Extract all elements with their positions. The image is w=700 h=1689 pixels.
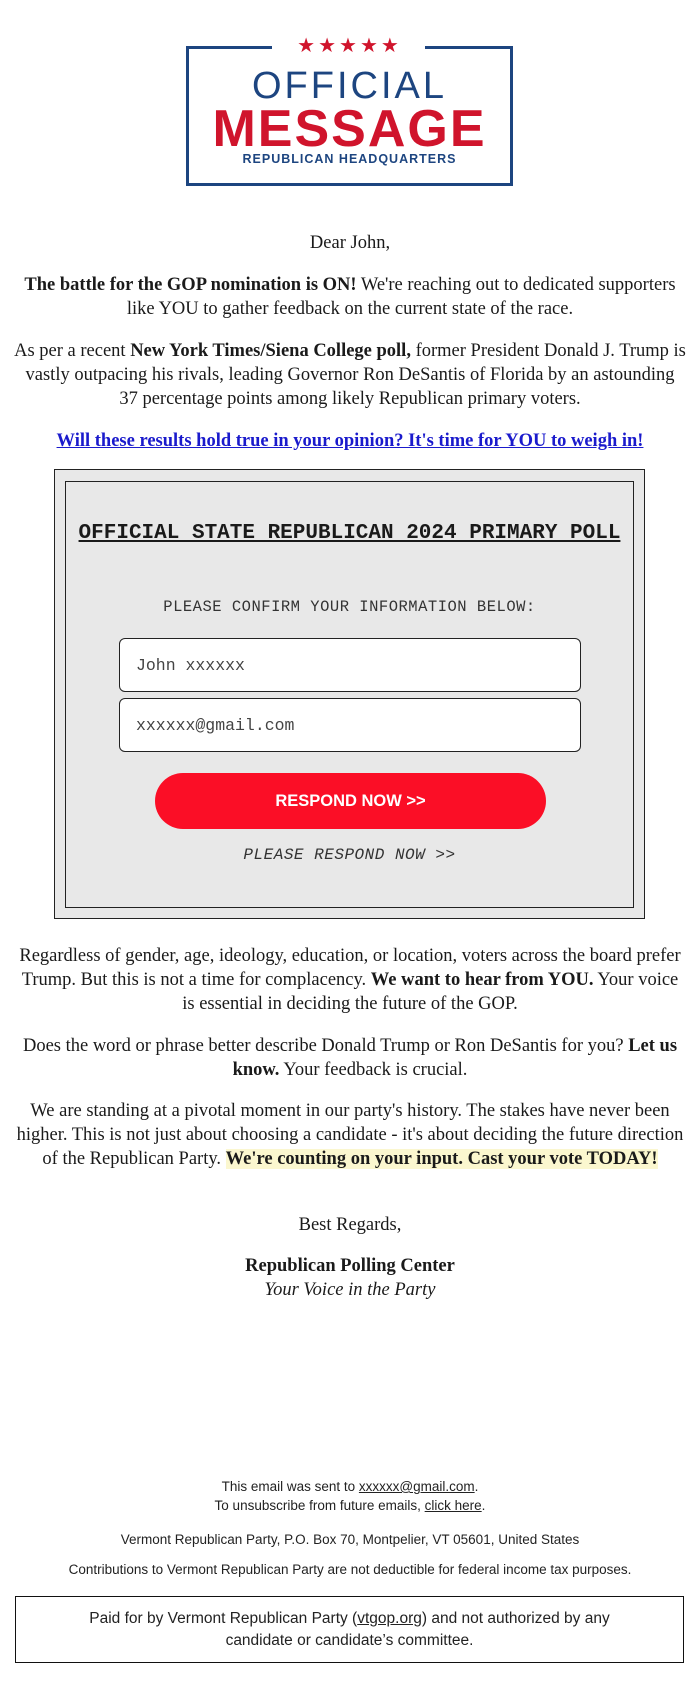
closing: Best Regards, [298, 1215, 402, 1235]
official-message-logo: ★★★★★ OFFICIAL MESSAGE REPUBLICAN HEADQU… [186, 33, 513, 186]
contributions-disclaimer: Contributions to Vermont Republican Part… [68, 1562, 632, 1577]
name-input[interactable] [136, 655, 564, 675]
mailing-address: Vermont Republican Party, P.O. Box 70, M… [120, 1532, 580, 1547]
poll-box: OFFICIAL STATE REPUBLICAN 2024 PRIMARY P… [54, 469, 645, 919]
paragraph-describe: Does the word or phrase better describe … [14, 1034, 686, 1082]
poll-title: OFFICIAL STATE REPUBLICAN 2024 PRIMARY P… [78, 522, 621, 545]
respond-now-button[interactable]: RESPOND NOW >> [155, 773, 546, 829]
sent-to-line: This email was sent to xxxxxx@gmail.com. [0, 1477, 700, 1496]
unsubscribe-link[interactable]: click here [425, 1498, 482, 1513]
unsubscribe-period: . [481, 1498, 486, 1513]
paragraph-poll-bold: New York Times/Siena College poll, [130, 341, 411, 361]
paragraph-voters: Regardless of gender, age, ideology, edu… [14, 944, 686, 1016]
respond-now-note: PLEASE RESPOND NOW >> [243, 846, 456, 864]
signature-tagline: Your Voice in the Party [264, 1280, 436, 1300]
vtgop-link[interactable]: vtgop.org [357, 1610, 422, 1627]
sent-to-text: This email was sent to [221, 1479, 359, 1494]
paragraph-battle-bold: The battle for the GOP nomination is ON! [24, 275, 357, 295]
email-input[interactable] [136, 715, 564, 735]
stars-icon: ★★★★★ [297, 33, 402, 57]
logo-message-text: MESSAGE [212, 100, 487, 158]
paragraph-describe-rest: Your feedback is crucial. [279, 1060, 468, 1080]
paragraph-pivotal: We are standing at a pivotal moment in o… [14, 1099, 686, 1171]
recipient-email-link[interactable]: xxxxxx@gmail.com [359, 1479, 475, 1494]
logo-headquarters-text: REPUBLICAN HEADQUARTERS [242, 152, 457, 166]
greeting: Dear John, [309, 233, 391, 253]
paid-for-text: Paid for by Vermont Republican Party ( [89, 1610, 358, 1627]
paragraph-voters-bold: We want to hear from YOU. [370, 970, 594, 990]
poll-subtitle: PLEASE CONFIRM YOUR INFORMATION BELOW: [163, 598, 536, 616]
paragraph-pivotal-highlight: We're counting on your input. Cast your … [225, 1149, 658, 1169]
signature: Republican Polling Center [245, 1256, 455, 1276]
weigh-in-link[interactable]: Will these results hold true in your opi… [57, 431, 644, 451]
paragraph-poll-results: As per a recent New York Times/Siena Col… [14, 339, 686, 411]
poll-box-inner: OFFICIAL STATE REPUBLICAN 2024 PRIMARY P… [65, 481, 634, 908]
unsubscribe-line: To unsubscribe from future emails, click… [0, 1496, 700, 1515]
cta-link-row: Will these results hold true in your opi… [14, 429, 686, 453]
paragraph-battle: The battle for the GOP nomination is ON!… [14, 273, 686, 321]
paragraph-poll-pre: As per a recent [14, 341, 131, 361]
name-field[interactable] [119, 638, 581, 692]
unsubscribe-text: To unsubscribe from future emails, [214, 1498, 425, 1513]
sent-to-period: . [474, 1479, 479, 1494]
email-field[interactable] [119, 698, 581, 752]
paragraph-describe-pre: Does the word or phrase better describe … [22, 1036, 629, 1056]
paid-for-disclaimer: Paid for by Vermont Republican Party (vt… [15, 1596, 684, 1663]
